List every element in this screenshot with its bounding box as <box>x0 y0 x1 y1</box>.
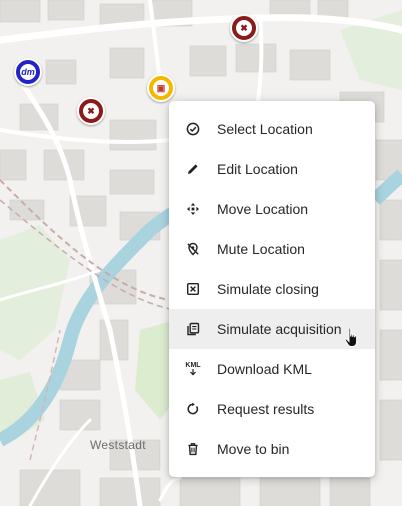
closed-icon: ✖ <box>83 103 99 119</box>
hand-cursor-icon <box>344 327 358 347</box>
menu-item-label: Edit Location <box>217 161 298 177</box>
shop-icon: ▣ <box>153 80 169 96</box>
place-label-weststadt: Weststadt <box>90 438 146 452</box>
menu-item-select-location[interactable]: Select Location <box>169 109 375 149</box>
menu-item-label: Download KML <box>217 361 312 377</box>
menu-item-label: Request results <box>217 401 315 417</box>
dm-store-marker[interactable]: dm <box>14 58 42 86</box>
menu-item-move-location[interactable]: Move Location <box>169 189 375 229</box>
menu-item-label: Simulate closing <box>217 281 319 297</box>
menu-item-label: Move Location <box>217 201 309 217</box>
menu-item-label: Select Location <box>217 121 313 137</box>
trash-icon <box>186 442 200 456</box>
closed-location-marker-top[interactable]: ✖ <box>230 14 258 42</box>
menu-item-move-to-bin[interactable]: Move to bin <box>169 429 375 469</box>
menu-item-edit-location[interactable]: Edit Location <box>169 149 375 189</box>
refresh-icon <box>186 402 200 416</box>
close-box-icon <box>186 282 200 296</box>
location-off-icon <box>186 242 200 256</box>
menu-item-label: Mute Location <box>217 241 305 257</box>
location-context-menu: Select Location Edit Location Move Locat… <box>169 101 375 477</box>
menu-item-request-results[interactable]: Request results <box>169 389 375 429</box>
menu-item-label: Simulate acquisition <box>217 321 342 337</box>
move-arrows-icon <box>186 202 200 216</box>
closed-icon: ✖ <box>236 20 252 36</box>
kml-download-icon: KML <box>185 362 201 376</box>
menu-item-label: Move to bin <box>217 441 290 457</box>
dm-logo-icon: dm <box>20 64 36 80</box>
menu-item-download-kml[interactable]: KML Download KML <box>169 349 375 389</box>
menu-item-simulate-closing[interactable]: Simulate closing <box>169 269 375 309</box>
check-circle-icon <box>186 122 200 136</box>
closed-location-marker-left[interactable]: ✖ <box>77 97 105 125</box>
selected-location-marker[interactable]: ▣ <box>147 74 175 102</box>
menu-item-mute-location[interactable]: Mute Location <box>169 229 375 269</box>
pencil-icon <box>186 162 200 176</box>
copy-document-icon <box>186 322 200 336</box>
